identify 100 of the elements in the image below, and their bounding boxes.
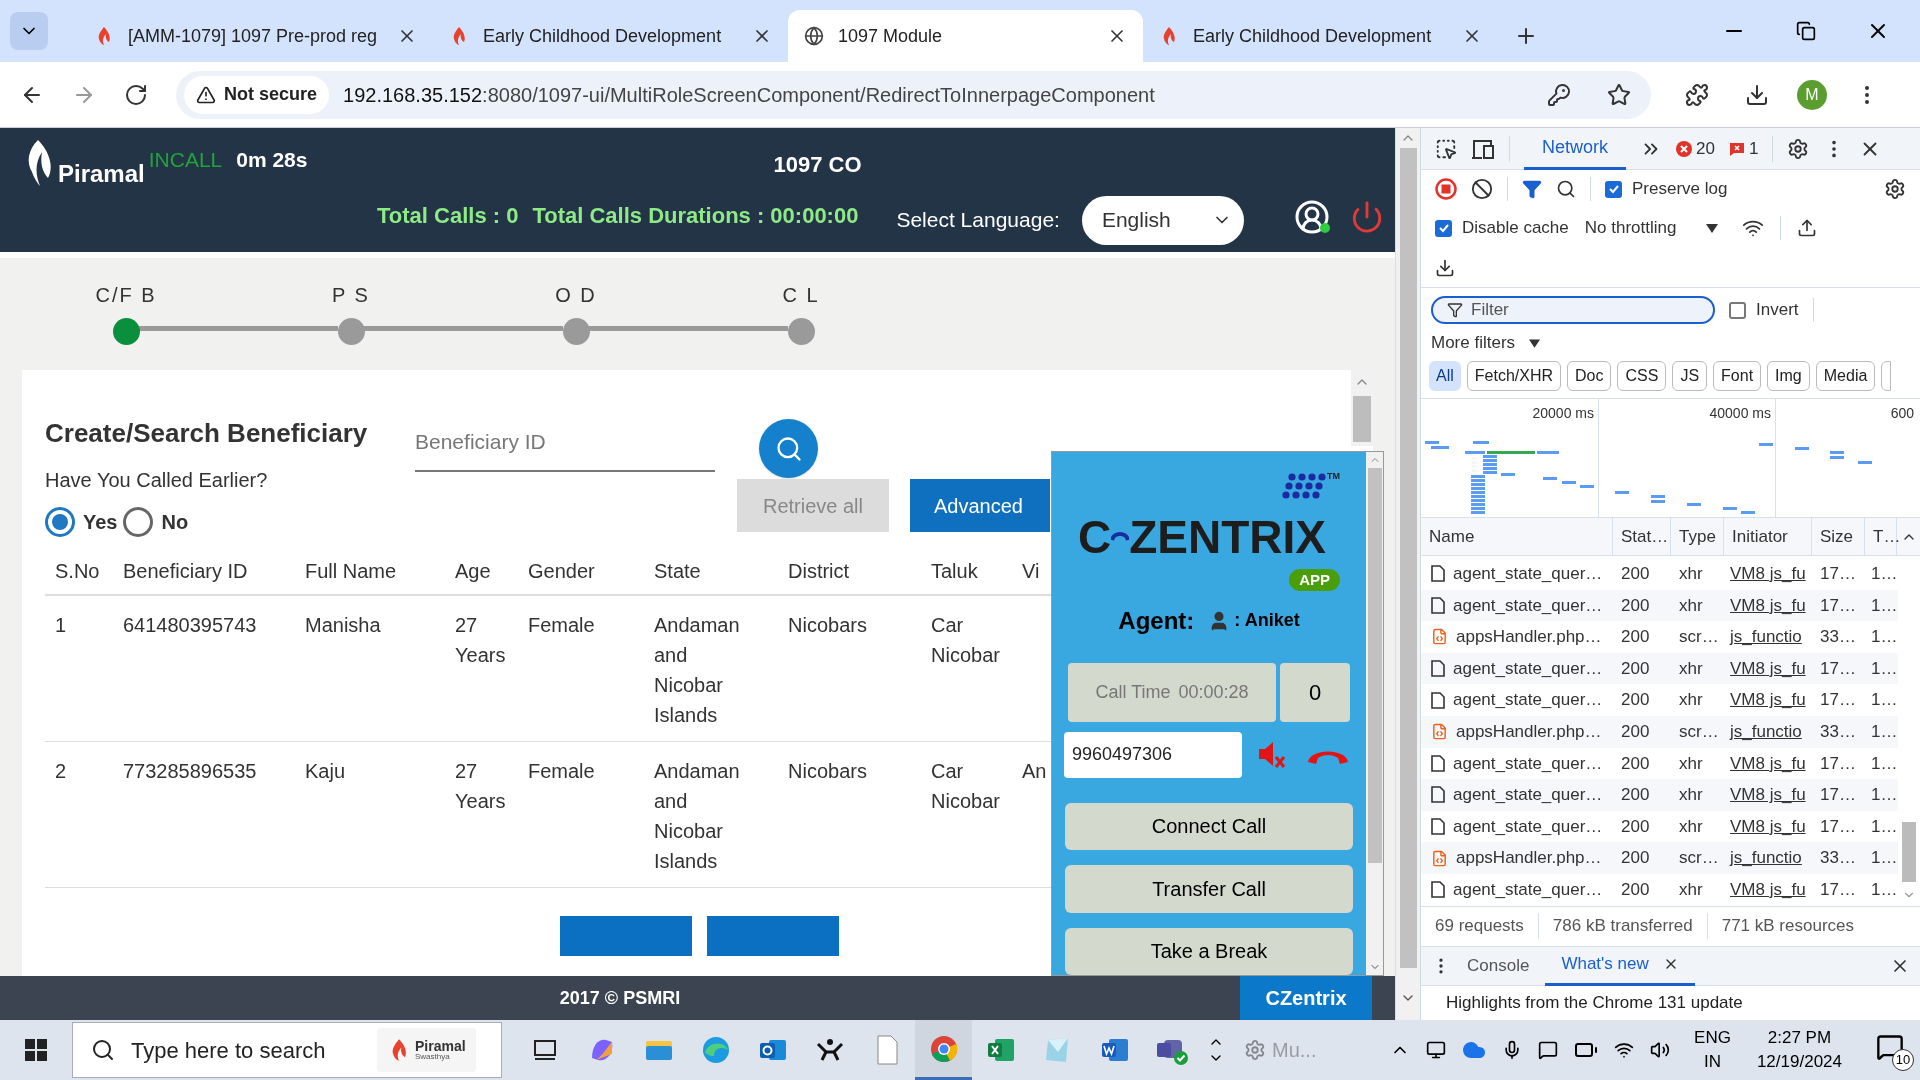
browser-tab[interactable]: Early Childhood Development <box>1143 10 1498 62</box>
user-icon[interactable] <box>1293 199 1330 235</box>
search-icon[interactable] <box>1556 179 1576 199</box>
type-filter-chip[interactable]: Fetch/XHR <box>1466 361 1562 391</box>
dialer-scrollbar[interactable] <box>1366 452 1383 975</box>
invert-checkbox[interactable]: Invert <box>1729 297 1799 323</box>
dialer-toggle-button[interactable]: CZentrix <box>1240 976 1372 1020</box>
column-header[interactable]: Initiator <box>1732 523 1788 550</box>
initiator-link[interactable]: js_functio <box>1724 845 1812 871</box>
drawer-tab[interactable]: What's new <box>1545 945 1695 986</box>
column-header[interactable]: Stat… <box>1621 523 1669 550</box>
issue-count[interactable]: 1 <box>1748 135 1759 162</box>
address-bar[interactable]: Not secure 192.168.35.152:8080/1097-ui/MultiRoleScreenComponent/RedirectToInnerpageComponent <box>176 70 1651 119</box>
request-row[interactable]: appsHandler.php… 200 scr… js_functio 33… 1… <box>1421 715 1898 748</box>
initiator-link[interactable]: VM8 js_fu <box>1724 877 1812 903</box>
throttling-select[interactable]: No throttling <box>1584 215 1719 241</box>
initiator-link[interactable]: VM8 js_fu <box>1724 561 1812 587</box>
settings-icon[interactable] <box>1787 137 1810 160</box>
column-header[interactable]: Name <box>1429 523 1475 550</box>
reload-icon[interactable] <box>124 82 148 107</box>
clock[interactable]: 2:27 PM 12/19/2024 <box>1756 1026 1842 1074</box>
dialer-action-button[interactable]: Take a Break <box>1065 927 1353 975</box>
download-icon[interactable] <box>1745 82 1769 107</box>
restore-icon[interactable] <box>1796 21 1816 41</box>
column-header[interactable]: Type <box>1679 523 1716 550</box>
taskbar-search-field[interactable]: Type here to search Piramal Swasthya <box>72 1022 502 1078</box>
language-select[interactable]: English <box>1081 195 1244 245</box>
request-row[interactable]: agent_state_quer… 200 xhr VM8 js_fu 17… 1… <box>1421 873 1898 906</box>
page-scrollbar[interactable] <box>1395 128 1420 1020</box>
scrollbar-thumb[interactable] <box>1902 821 1916 882</box>
download-icon[interactable] <box>1435 257 1455 278</box>
filter-field[interactable]: Filter <box>1431 296 1715 324</box>
type-filter-chip[interactable]: Doc <box>1567 361 1612 391</box>
initiator-link[interactable]: VM8 js_fu <box>1724 655 1812 682</box>
browser-tab[interactable]: Early Childhood Development <box>433 10 788 62</box>
column-header[interactable]: Size <box>1820 523 1854 550</box>
request-row[interactable]: appsHandler.php… 200 scr… js_functio 33… 1… <box>1421 621 1898 653</box>
start-icon[interactable] <box>25 1039 47 1061</box>
monitor-icon[interactable] <box>1426 1040 1447 1060</box>
radio-button[interactable] <box>123 507 154 537</box>
filter-input[interactable]: Filter <box>1471 297 1713 323</box>
security-chip[interactable]: Not secure <box>184 75 330 114</box>
initiator-link[interactable]: VM8 js_fu <box>1724 782 1812 808</box>
request-row[interactable]: appsHandler.php… 200 scr… js_functio 33… 1… <box>1421 842 1898 874</box>
search-input[interactable]: Type here to search <box>131 1033 361 1067</box>
extensions-icon[interactable] <box>1685 82 1709 107</box>
volume-icon[interactable] <box>1650 1040 1671 1060</box>
scrollbar-thumb[interactable] <box>1367 468 1382 863</box>
search-button[interactable] <box>759 419 818 478</box>
pinned-logo[interactable]: Piramal Swasthya <box>377 1028 476 1072</box>
initiator-link[interactable]: VM8 js_fu <box>1724 750 1812 777</box>
scrollbar-thumb[interactable] <box>1353 396 1371 442</box>
upload-icon[interactable] <box>1797 218 1818 238</box>
key-icon[interactable] <box>1547 82 1571 107</box>
disable-cache-checkbox[interactable]: Disable cache <box>1435 215 1569 241</box>
request-row[interactable]: agent_state_quer… 200 xhr VM8 js_fu 17… 1… <box>1421 747 1898 780</box>
more-filters-dropdown[interactable]: More filters <box>1421 332 1541 354</box>
type-filter-chip[interactable]: JS <box>1672 361 1708 391</box>
settings-icon[interactable] <box>1884 178 1906 200</box>
card-scrollbar[interactable] <box>1351 370 1373 446</box>
preserve-log-checkbox[interactable]: Preserve log <box>1605 176 1728 202</box>
device-toolbar-icon[interactable] <box>1471 137 1495 160</box>
radio-option[interactable]: Yes <box>45 507 118 537</box>
radio-option[interactable]: No <box>123 507 189 537</box>
type-filter-chip[interactable]: Font <box>1713 361 1762 391</box>
drawer-tab[interactable]: Console <box>1451 945 1546 986</box>
radio-button[interactable] <box>45 507 75 537</box>
bookmark-star-icon[interactable] <box>1607 82 1631 107</box>
dialer-action-button[interactable]: Transfer Call <box>1065 865 1353 913</box>
language-indicator[interactable]: ENG IN <box>1694 1026 1731 1074</box>
initiator-link[interactable]: js_functio <box>1724 719 1812 745</box>
error-count[interactable]: 20 <box>1696 135 1715 162</box>
initiator-link[interactable]: VM8 js_fu <box>1724 687 1812 713</box>
dialer-action-button[interactable]: Connect Call <box>1065 802 1353 851</box>
devtools-tab[interactable]: Network <box>1524 127 1626 170</box>
phone-number-field[interactable]: 9960497306 <box>1064 731 1242 778</box>
browser-tab[interactable]: [AMM-1079] 1097 Pre-prod reg <box>78 10 433 62</box>
filter-icon[interactable] <box>1522 179 1542 199</box>
inspect-icon[interactable] <box>1435 137 1457 160</box>
initiator-link[interactable]: VM8 js_fu <box>1724 813 1812 840</box>
initiator-link[interactable]: js_functio <box>1724 624 1812 650</box>
beneficiary-id-field[interactable]: Beneficiary ID <box>415 414 715 472</box>
column-header[interactable]: T… <box>1873 523 1901 550</box>
clear-icon[interactable] <box>1471 178 1493 200</box>
browser-tab[interactable]: 1097 Module <box>788 10 1143 62</box>
type-filter-chip[interactable]: CSS <box>1617 361 1667 391</box>
type-filter-chip[interactable]: All <box>1429 361 1461 391</box>
request-row[interactable]: agent_state_quer… 200 xhr VM8 js_fu 17… 1… <box>1421 558 1898 590</box>
message-icon[interactable] <box>1538 1040 1559 1060</box>
initiator-link[interactable]: VM8 js_fu <box>1724 592 1812 619</box>
request-row[interactable]: agent_state_quer… 200 xhr VM8 js_fu 17… 1… <box>1421 589 1898 622</box>
record-stop-icon[interactable] <box>1435 178 1457 200</box>
request-row[interactable]: agent_state_quer… 200 xhr VM8 js_fu 17… 1… <box>1421 652 1898 685</box>
advanced-button[interactable]: Advanced <box>910 479 1050 532</box>
type-filter-chip[interactable]: Img <box>1767 361 1810 391</box>
request-row[interactable]: agent_state_quer… 200 xhr VM8 js_fu 17… 1… <box>1421 779 1898 811</box>
request-row[interactable]: agent_state_quer… 200 xhr VM8 js_fu 17… 1… <box>1421 684 1898 716</box>
scrollbar-thumb[interactable] <box>1399 148 1417 968</box>
wifi-icon[interactable] <box>1614 1040 1635 1060</box>
request-row[interactable]: agent_state_quer… 200 xhr VM8 js_fu 17… 1… <box>1421 810 1898 843</box>
